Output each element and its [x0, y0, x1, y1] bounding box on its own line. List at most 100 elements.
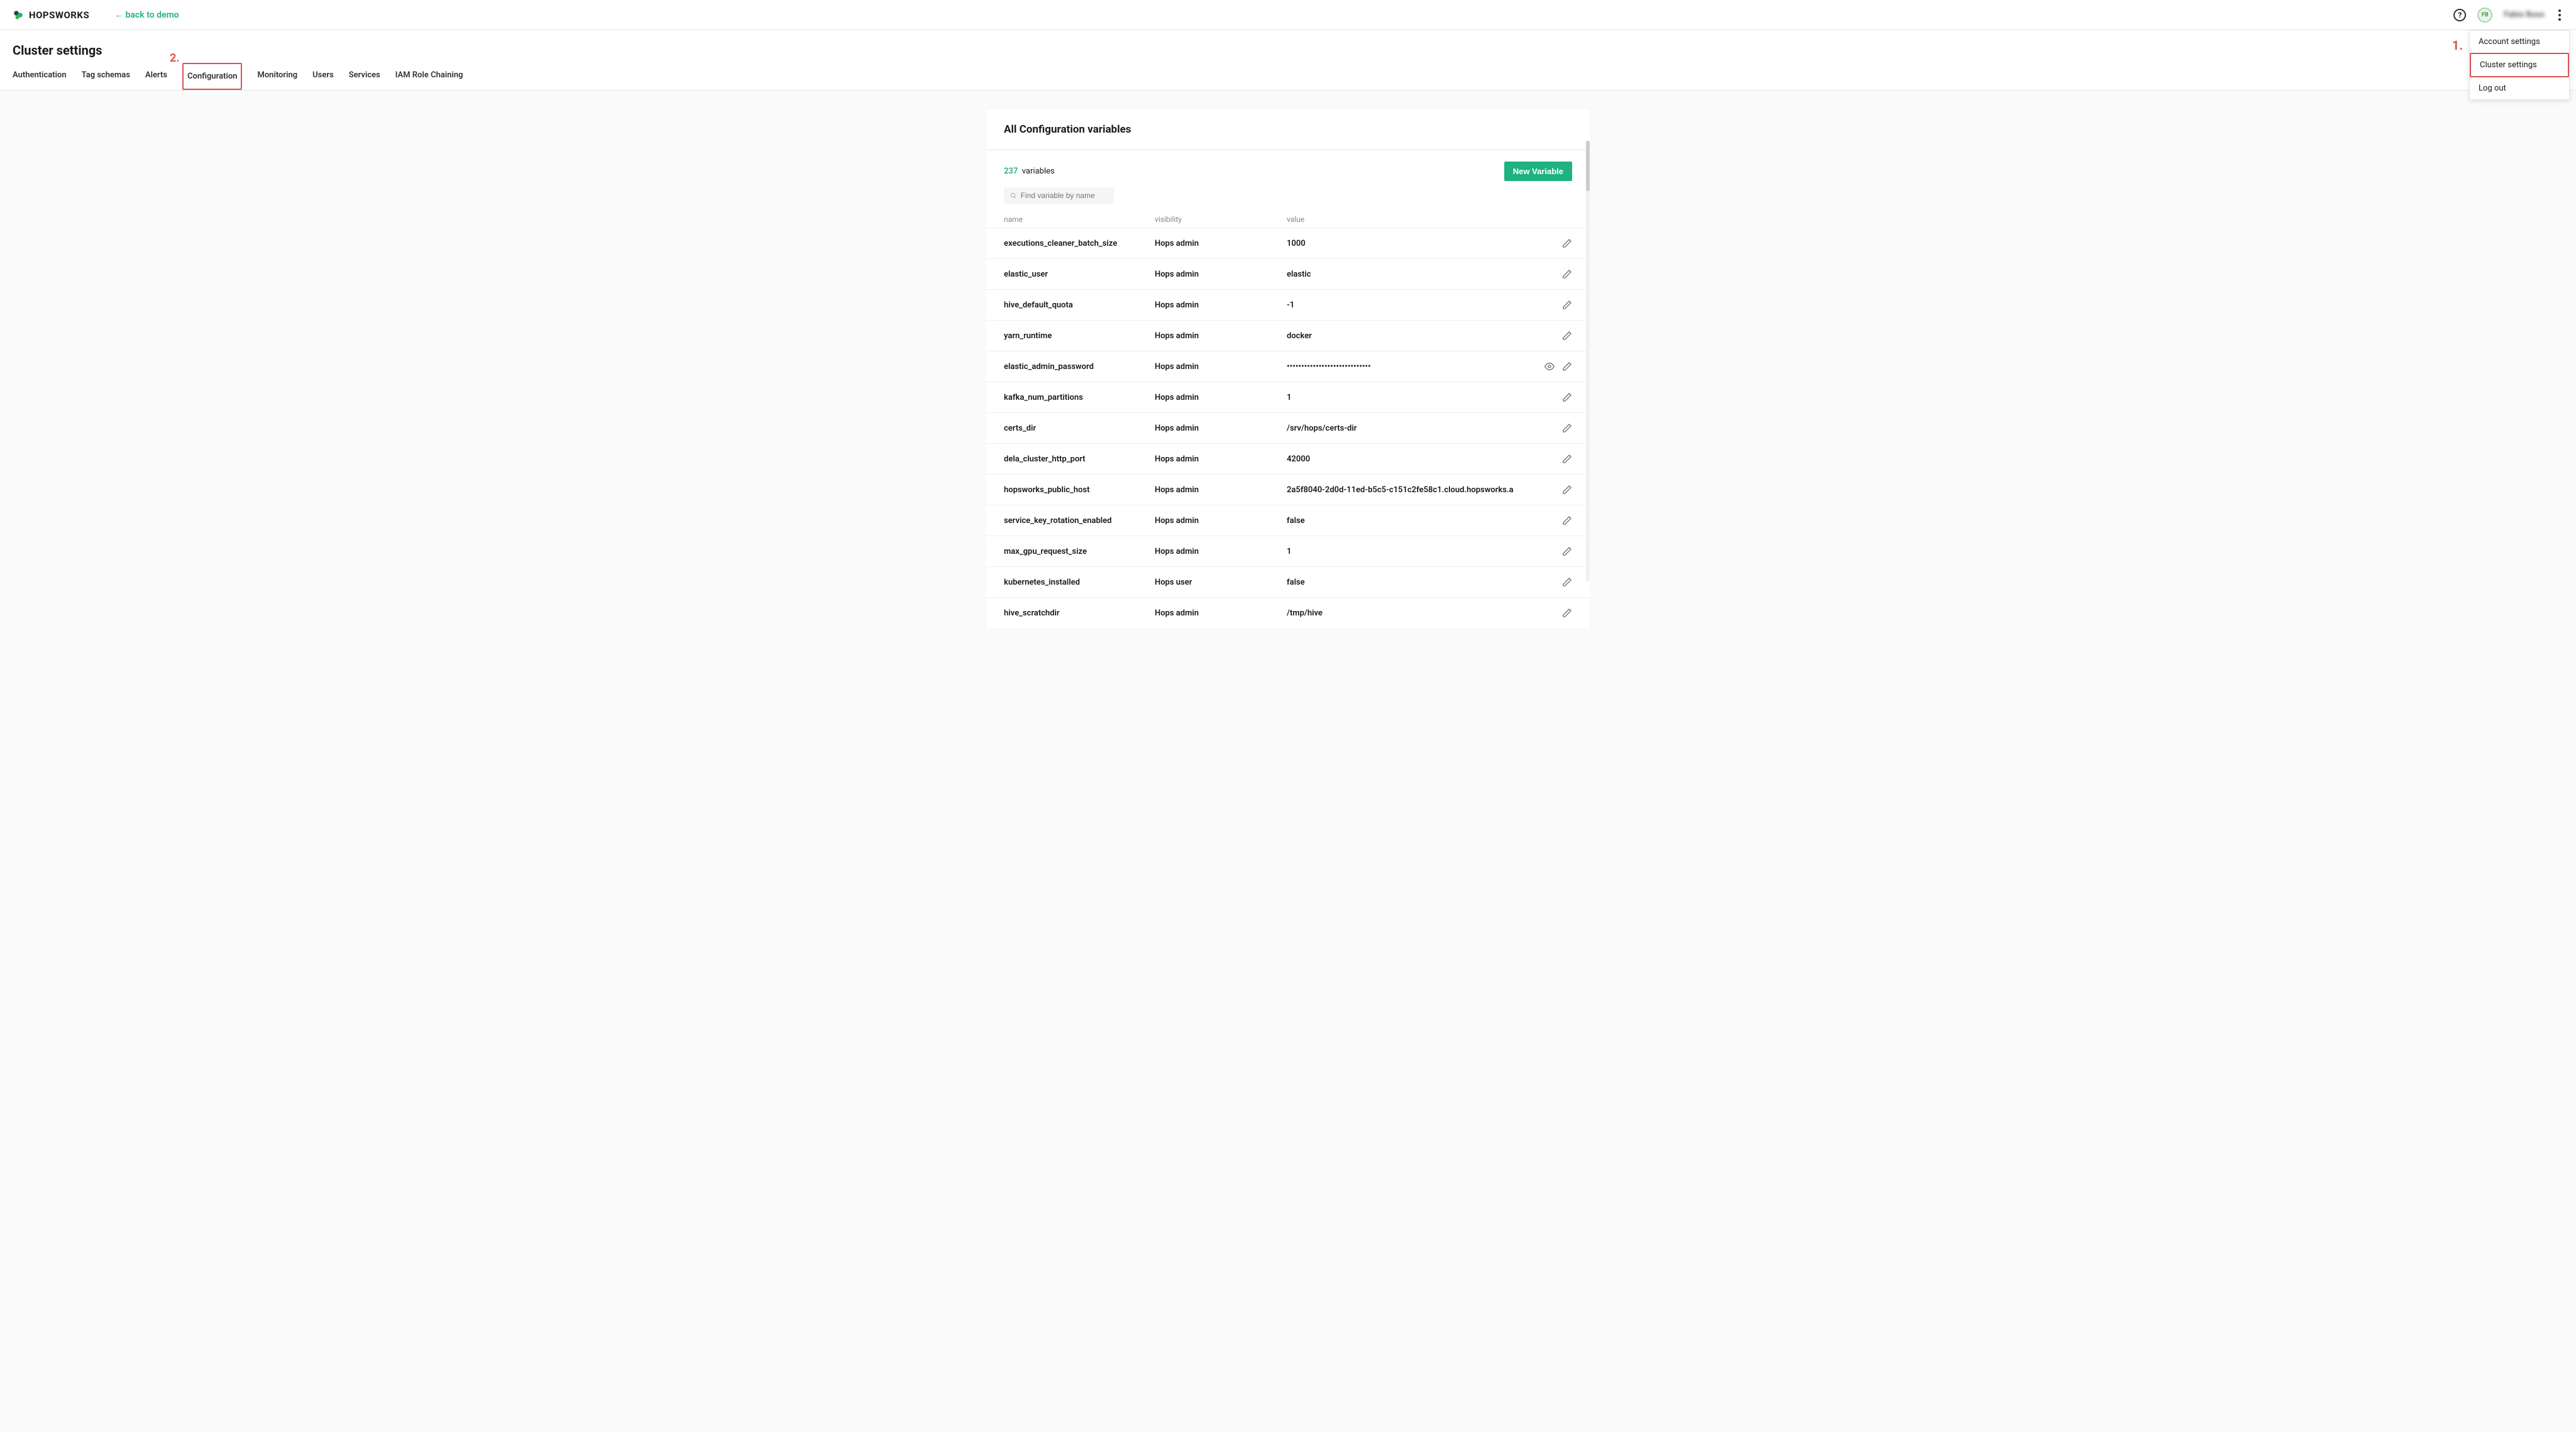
row-actions [1522, 269, 1572, 279]
edit-icon[interactable] [1562, 331, 1572, 341]
new-variable-button[interactable]: New Variable [1504, 162, 1572, 181]
user-dropdown-menu: Account settingsCluster settingsLog out [2469, 30, 2570, 100]
count-label: variables [1022, 167, 1055, 176]
edit-icon[interactable] [1562, 269, 1572, 279]
var-visibility: Hops admin [1155, 547, 1287, 556]
row-actions [1522, 454, 1572, 464]
var-visibility: Hops admin [1155, 393, 1287, 402]
var-name: kafka_num_partitions [1004, 393, 1155, 402]
brand-name: HOPSWORKS [29, 9, 89, 21]
annotation-marker-2: 2. [170, 52, 180, 65]
panel-toolbar: 237 variables New Variable [986, 150, 1590, 187]
var-value: /tmp/hive [1287, 609, 1522, 618]
scrollbar-thumb[interactable] [1586, 141, 1590, 191]
row-actions [1522, 423, 1572, 433]
content-area: All Configuration variables 237 variable… [0, 91, 2576, 1432]
row-actions [1522, 331, 1572, 341]
search-box [1004, 187, 1114, 204]
var-value: /srv/hops/certs-dir [1287, 424, 1522, 433]
tab-tag-schemas[interactable]: Tag schemas [82, 63, 130, 90]
col-visibility: visibility [1155, 215, 1287, 224]
user-avatar[interactable]: FB [2477, 8, 2492, 23]
dropdown-item-account-settings[interactable]: Account settings [2470, 31, 2569, 53]
edit-icon[interactable] [1562, 546, 1572, 556]
table-row: elastic_userHops adminelastic [986, 258, 1590, 289]
var-visibility: Hops admin [1155, 454, 1287, 464]
tab-services[interactable]: Services [349, 63, 380, 90]
dropdown-item-cluster-settings[interactable]: Cluster settings [2470, 53, 2569, 77]
tab-monitoring[interactable]: Monitoring [257, 63, 297, 90]
edit-icon[interactable] [1562, 392, 1572, 402]
tab-alerts[interactable]: Alerts [145, 63, 167, 90]
panel-title: All Configuration variables [1004, 123, 1572, 136]
var-name: kubernetes_installed [1004, 578, 1155, 587]
edit-icon[interactable] [1562, 238, 1572, 248]
table-row: executions_cleaner_batch_sizeHops admin1… [986, 228, 1590, 258]
table-row: certs_dirHops admin/srv/hops/certs-dir [986, 412, 1590, 443]
row-actions [1522, 577, 1572, 587]
var-name: hive_default_quota [1004, 300, 1155, 310]
variables-table: name visibility value executions_cleaner… [986, 211, 1590, 628]
row-actions [1522, 300, 1572, 310]
help-icon[interactable]: ? [2453, 9, 2466, 21]
table-row: max_gpu_request_sizeHops admin1 [986, 536, 1590, 566]
kebab-menu-icon[interactable] [2556, 7, 2563, 23]
table-header: name visibility value [986, 211, 1590, 228]
annotation-marker-1: 1. [2452, 38, 2463, 53]
var-visibility: Hops admin [1155, 270, 1287, 279]
variable-count: 237 variables [1004, 167, 1055, 176]
var-visibility: Hops admin [1155, 609, 1287, 618]
count-number: 237 [1004, 167, 1018, 176]
edit-icon[interactable] [1562, 577, 1572, 587]
row-actions [1522, 392, 1572, 402]
row-actions [1522, 608, 1572, 618]
var-visibility: Hops admin [1155, 331, 1287, 341]
var-value: 42000 [1287, 454, 1522, 464]
tab-iam-role-chaining[interactable]: IAM Role Chaining [395, 63, 463, 90]
topbar: HOPSWORKS ← back to demo ? FB Fabio Buso… [0, 0, 2576, 30]
row-actions [1522, 546, 1572, 556]
var-value: false [1287, 578, 1522, 587]
var-name: dela_cluster_http_port [1004, 454, 1155, 464]
edit-icon[interactable] [1562, 423, 1572, 433]
var-visibility: Hops admin [1155, 362, 1287, 372]
var-name: hive_scratchdir [1004, 609, 1155, 618]
back-to-demo-link[interactable]: ← back to demo [114, 9, 179, 20]
var-visibility: Hops admin [1155, 485, 1287, 495]
tab-users[interactable]: Users [312, 63, 334, 90]
edit-icon[interactable] [1562, 300, 1572, 310]
var-visibility: Hops admin [1155, 300, 1287, 310]
tabs-nav: 2. AuthenticationTag schemasAlertsConfig… [0, 63, 2576, 91]
table-row: elastic_admin_passwordHops admin••••••••… [986, 351, 1590, 382]
edit-icon[interactable] [1562, 485, 1572, 495]
var-value: false [1287, 516, 1522, 526]
var-visibility: Hops admin [1155, 239, 1287, 248]
edit-icon[interactable] [1562, 454, 1572, 464]
edit-icon[interactable] [1562, 515, 1572, 526]
var-name: certs_dir [1004, 424, 1155, 433]
table-row: hopsworks_public_hostHops admin2a5f8040-… [986, 474, 1590, 505]
var-visibility: Hops user [1155, 578, 1287, 587]
var-name: elastic_admin_password [1004, 362, 1155, 372]
tab-configuration[interactable]: Configuration [182, 63, 242, 90]
search-icon [1010, 192, 1017, 199]
page-title: Cluster settings [13, 43, 2563, 58]
var-value: docker [1287, 331, 1522, 341]
var-value: 1 [1287, 547, 1522, 556]
var-value: ••••••••••••••••••••••••••••• [1287, 362, 1522, 372]
scrollbar[interactable] [1586, 141, 1590, 581]
var-name: yarn_runtime [1004, 331, 1155, 341]
brand-logo[interactable]: HOPSWORKS [13, 9, 89, 21]
var-name: service_key_rotation_enabled [1004, 516, 1155, 526]
dropdown-item-log-out[interactable]: Log out [2470, 77, 2569, 99]
var-name: max_gpu_request_size [1004, 547, 1155, 556]
var-value: -1 [1287, 300, 1522, 310]
search-input[interactable] [1021, 191, 1108, 200]
hopsworks-logo-icon [13, 9, 24, 21]
edit-icon[interactable] [1562, 361, 1572, 372]
reveal-icon[interactable] [1544, 361, 1555, 372]
tab-authentication[interactable]: Authentication [13, 63, 67, 90]
panel-header: All Configuration variables [986, 109, 1590, 150]
row-actions [1522, 515, 1572, 526]
edit-icon[interactable] [1562, 608, 1572, 618]
